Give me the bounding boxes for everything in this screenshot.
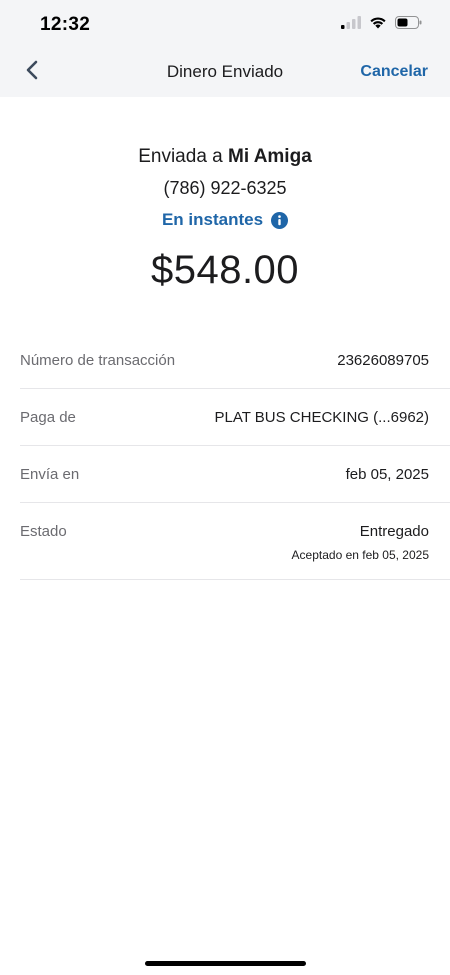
cancel-button[interactable]: Cancelar xyxy=(360,63,428,81)
amount: $548.00 xyxy=(150,248,300,292)
detail-row-transaction-number: Número de transacción 23626089705 xyxy=(20,332,450,389)
detail-label: Paga de xyxy=(20,409,76,426)
detail-label: Número de transacción xyxy=(20,352,176,369)
detail-value: PLAT BUS CHECKING (...6962) xyxy=(214,409,429,426)
detail-value: feb 05, 2025 xyxy=(345,466,429,483)
status-bar: 12:32 xyxy=(0,0,450,48)
status-icons xyxy=(341,16,422,29)
detail-row-paid-from: Paga de PLAT BUS CHECKING (...6962) xyxy=(20,389,450,446)
detail-label: Estado xyxy=(20,523,67,540)
delivery-speed-label: En instantes xyxy=(161,210,264,229)
recipient-name: Mi Amiga xyxy=(228,146,312,167)
transaction-details: Número de transacción 23626089705 Paga d… xyxy=(20,332,450,580)
battery-icon xyxy=(395,16,422,29)
detail-value: 23626089705 xyxy=(337,352,429,369)
status-accepted-date: Aceptado en feb 05, 2025 xyxy=(291,548,429,562)
header-area: 12:32 Dinero Enviado Cancelar xyxy=(0,0,450,97)
status-value: Entregado xyxy=(359,523,429,540)
transfer-summary: Enviada a Mi Amiga (786) 922-6325 En ins… xyxy=(0,140,450,293)
sent-to-line: Enviada a Mi Amiga xyxy=(0,140,450,174)
detail-row-send-date: Envía en feb 05, 2025 xyxy=(20,446,450,503)
nav-bar: Dinero Enviado Cancelar xyxy=(0,48,450,97)
recipient-phone: (786) 922-6325 xyxy=(163,178,287,198)
delivery-speed: En instantes xyxy=(161,210,289,230)
status-time: 12:32 xyxy=(40,14,91,35)
detail-row-status: Estado Entregado Aceptado en feb 05, 202… xyxy=(20,503,450,580)
home-indicator xyxy=(145,961,306,966)
sent-to-prefix: Enviada a xyxy=(138,146,223,167)
cellular-signal-icon xyxy=(341,16,361,29)
wifi-icon xyxy=(369,16,387,29)
screen: 12:32 Dinero Enviado Cancelar Enviada a … xyxy=(0,0,450,975)
info-icon[interactable] xyxy=(271,211,289,229)
detail-label: Envía en xyxy=(20,466,80,483)
